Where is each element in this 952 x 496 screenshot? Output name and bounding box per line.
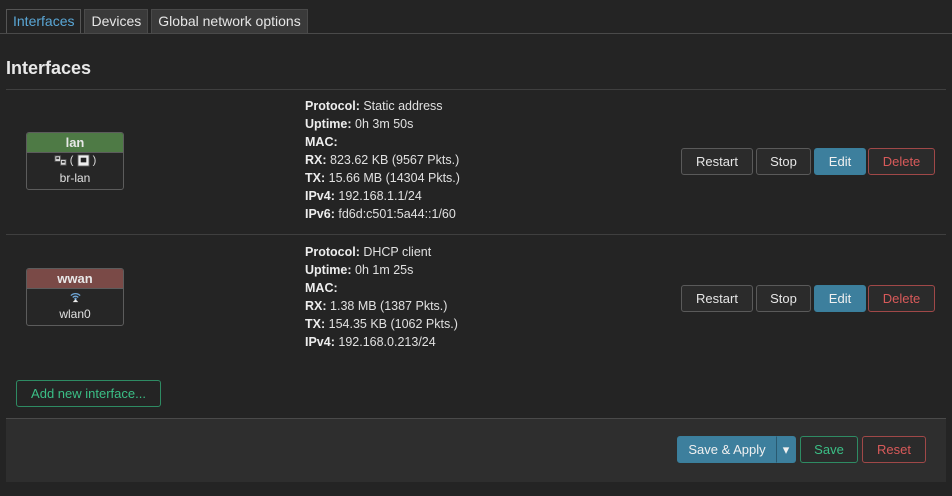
save-button[interactable]: Save bbox=[800, 436, 858, 463]
add-interface-button[interactable]: Add new interface... bbox=[16, 380, 161, 407]
restart-button[interactable]: Restart bbox=[681, 148, 753, 175]
tab-devices[interactable]: Devices bbox=[84, 9, 149, 34]
tx-label: TX: bbox=[305, 317, 326, 331]
rx-value: 1.38 MB (1387 Pkts.) bbox=[330, 299, 448, 313]
page-title: Interfaces bbox=[6, 58, 92, 78]
uptime-label: Uptime: bbox=[305, 263, 352, 277]
save-apply-dropdown-button[interactable]: ▾ bbox=[776, 436, 796, 463]
rx-value: 823.62 KB (9567 Pkts.) bbox=[330, 153, 460, 167]
rx-label: RX: bbox=[305, 299, 327, 313]
protocol-label: Protocol: bbox=[305, 245, 360, 259]
rx-label: RX: bbox=[305, 153, 327, 167]
ipv4-label: IPv4: bbox=[305, 189, 335, 203]
ethernet-port-icon bbox=[76, 154, 90, 167]
restart-button[interactable]: Restart bbox=[681, 285, 753, 312]
edit-button[interactable]: Edit bbox=[814, 285, 866, 312]
tab-bar: Interfaces Devices Global network option… bbox=[6, 9, 308, 34]
ipv4-value: 192.168.1.1/24 bbox=[338, 189, 422, 203]
save-and-apply-button[interactable]: Save & Apply bbox=[677, 436, 777, 463]
protocol-label: Protocol: bbox=[305, 99, 360, 113]
stop-button[interactable]: Stop bbox=[756, 285, 811, 312]
tab-interfaces[interactable]: Interfaces bbox=[6, 9, 82, 34]
interface-name: wwan bbox=[27, 269, 123, 289]
interface-badge-wwan: wwan wlan0 bbox=[26, 268, 124, 326]
tx-label: TX: bbox=[305, 171, 326, 185]
edit-button[interactable]: Edit bbox=[814, 148, 866, 175]
uptime-label: Uptime: bbox=[305, 117, 352, 131]
ipv4-value: 192.168.0.213/24 bbox=[338, 335, 436, 349]
interface-status-wwan: Protocol: DHCP client Uptime: 0h 1m 25s … bbox=[305, 243, 458, 351]
protocol-value: Static address bbox=[363, 99, 443, 113]
delete-button[interactable]: Delete bbox=[868, 148, 935, 175]
section-divider bbox=[6, 89, 946, 90]
interface-icons bbox=[27, 290, 123, 307]
tab-global-network-options[interactable]: Global network options bbox=[151, 9, 308, 34]
mac-label: MAC: bbox=[305, 135, 338, 149]
reset-button[interactable]: Reset bbox=[862, 436, 926, 463]
interface-device: br-lan bbox=[59, 171, 91, 185]
tx-value: 15.66 MB (14304 Pkts.) bbox=[328, 171, 460, 185]
stop-button[interactable]: Stop bbox=[756, 148, 811, 175]
ipv4-label: IPv4: bbox=[305, 335, 335, 349]
ipv6-label: IPv6: bbox=[305, 207, 335, 221]
protocol-value: DHCP client bbox=[363, 245, 432, 259]
interface-icons: ( ) bbox=[27, 154, 123, 171]
row-divider bbox=[6, 234, 946, 235]
interface-status-lan: Protocol: Static address Uptime: 0h 3m 5… bbox=[305, 97, 460, 223]
interface-name: lan bbox=[27, 133, 123, 153]
tab-divider bbox=[0, 33, 952, 34]
wifi-icon bbox=[69, 293, 81, 303]
bridge-icon bbox=[54, 155, 67, 166]
uptime-value: 0h 3m 50s bbox=[355, 117, 414, 131]
interface-badge-lan: lan ( ) br-lan bbox=[26, 132, 124, 190]
ipv6-value: fd6d:c501:5a44::1/60 bbox=[338, 207, 456, 221]
tx-value: 154.35 KB (1062 Pkts.) bbox=[328, 317, 458, 331]
mac-label: MAC: bbox=[305, 281, 338, 295]
delete-button[interactable]: Delete bbox=[868, 285, 935, 312]
chevron-down-icon: ▾ bbox=[782, 442, 790, 457]
uptime-value: 0h 1m 25s bbox=[355, 263, 414, 277]
interface-device: wlan0 bbox=[59, 307, 91, 321]
